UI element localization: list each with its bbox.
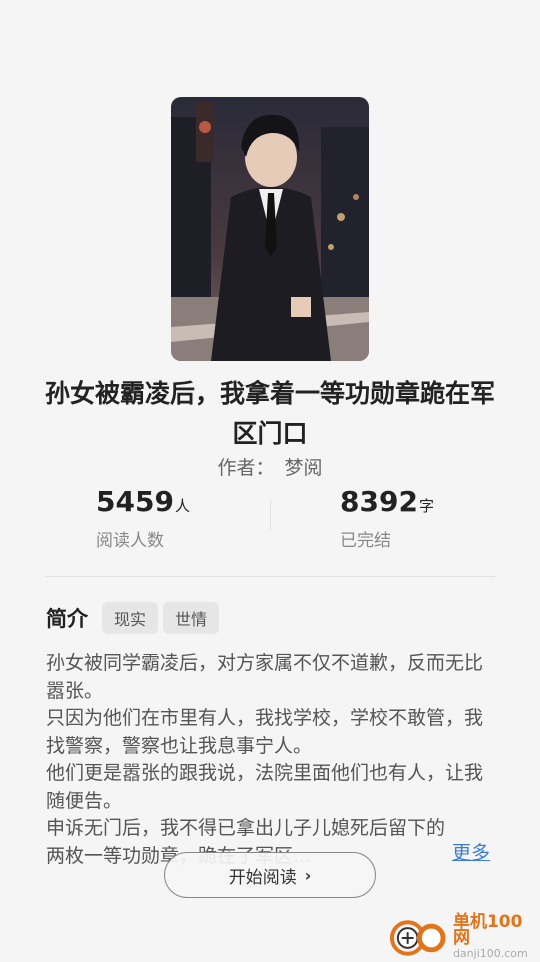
section-divider [45,576,495,577]
readers-stat: 5459人 阅读人数 [96,484,190,551]
book-title: 孙女被霸凌后，我拿着一等功勋章跪在军区门口 [44,379,495,448]
readers-count: 5459 [96,485,174,518]
intro-description: 孙女被同学霸凌后，对方家属不仅不道歉，反而无比嚣张。 只因为他们在市里有人，我找… [46,650,494,870]
author-label: 作者： [217,457,275,479]
author-name[interactable]: 梦阅 [285,457,323,479]
intro-paragraph: 只因为他们在市里有人，我找学校，学校不敢管，我找警察，警察也让我息事宁人。 [46,707,484,757]
watermark-logo-icon [389,920,446,956]
chevron-right-icon: › [304,865,312,885]
readers-label: 阅读人数 [96,531,164,551]
start-reading-button[interactable]: 开始阅读 › [164,852,376,898]
more-link[interactable]: 更多 [452,840,490,867]
author-row: 作者： 梦阅 [0,454,540,482]
intro-paragraph: 申诉无门后，我不得已拿出儿子儿媳死后留下的 [46,817,446,839]
word-unit: 字 [418,497,434,515]
stats-divider [270,500,271,530]
intro-paragraph: 孙女被同学霸凌后，对方家属不仅不道歉，反而无比嚣张。 [46,652,484,702]
book-cover [171,97,369,361]
readers-unit: 人 [174,497,190,515]
tag-realistic[interactable]: 现实 [102,602,159,634]
word-count: 8392 [340,485,418,518]
completion-status: 已完结 [340,531,391,551]
intro-paragraph: 他们更是嚣张的跟我说，法院里面他们也有人，让我随便告。 [46,762,484,812]
book-cover-illustration [171,97,369,361]
site-watermark: 单机100网 danji100.com [388,914,538,960]
start-reading-label: 开始阅读 [228,867,297,888]
watermark-name: 单机100网 [452,912,523,948]
tag-worldly[interactable]: 世情 [163,602,220,634]
words-stat: 8392字 已完结 [340,484,434,551]
intro-header: 简介 现实 世情 [46,602,224,634]
intro-heading: 简介 [46,607,88,631]
